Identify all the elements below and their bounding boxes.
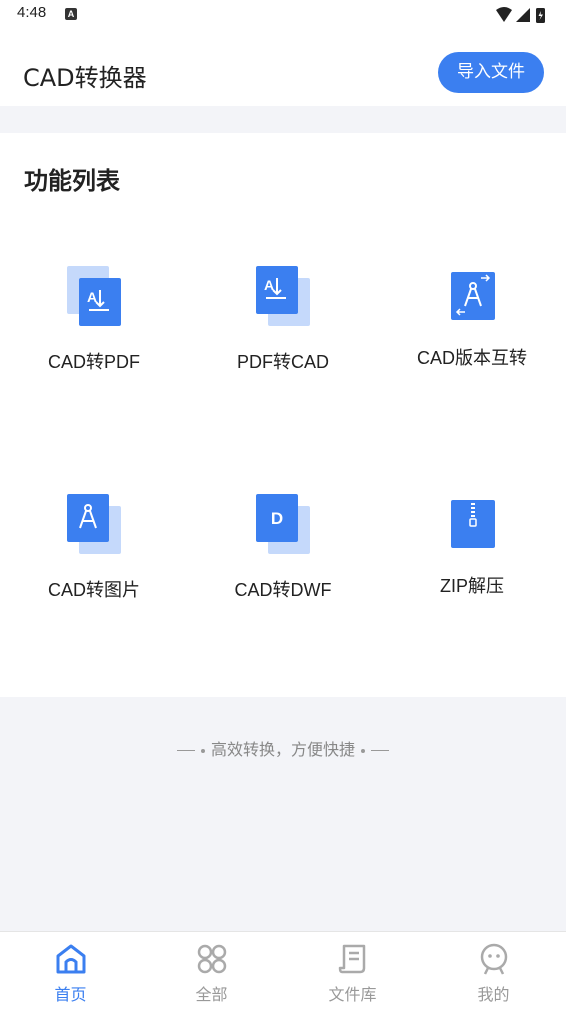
slogan: 高效转换，方便快捷 [0,736,566,760]
function-item-cad-to-image[interactable]: CAD转图片 [0,494,188,634]
divider [176,750,195,751]
function-label: CAD转图片 [47,580,140,600]
status-bar: 4:48 A [0,0,566,30]
cad-to-image-icon [67,494,121,554]
home-icon [56,944,86,974]
section-title: 功能列表 [24,167,120,195]
function-label: CAD转DWF [234,580,332,600]
divider [371,750,389,751]
divider-dot [361,748,365,753]
function-item-pdf-to-cad[interactable]: A PDF转CAD [189,266,377,406]
slogan-text: 高效转换，方便快捷 [210,740,355,759]
function-label: ZIP解压 [439,576,504,596]
profile-icon [480,943,508,975]
function-item-zip-extract[interactable]: ZIP解压 [378,494,566,634]
pdf-to-cad-icon: A [256,266,310,326]
app-header: CAD转换器 导入文件 [0,30,566,106]
function-label: PDF转CAD [236,352,329,372]
nav-label: 全部 [195,985,228,1004]
app-title: CAD转换器 [23,64,147,92]
nav-label: 我的 [477,985,510,1004]
nav-label: 首页 [54,985,87,1004]
function-panel: 功能列表 A CAD转PDF A PDF转CAD CAD版本互转 CAD转图片 … [0,133,566,697]
function-label: CAD转PDF [47,352,140,372]
grid-icon [197,944,227,974]
cad-to-dwf-icon: D [256,494,310,554]
nav-item-profile[interactable]: 我的 [423,932,564,1009]
nav-item-file-library[interactable]: 文件库 [282,932,423,1009]
status-time: 4:48 [17,4,47,21]
wifi-icon [496,7,512,22]
import-file-button[interactable]: 导入文件 [438,52,544,93]
signal-icon [516,8,530,22]
nav-item-home[interactable]: 首页 [0,932,141,1009]
cad-to-pdf-icon: A [67,266,121,326]
file-library-icon [338,944,366,974]
nav-label: 文件库 [328,985,377,1004]
cad-version-convert-icon [451,272,495,320]
function-item-cad-to-pdf[interactable]: A CAD转PDF [0,266,188,406]
notification-badge-icon: A [65,8,77,20]
function-label: CAD版本互转 [416,348,527,368]
function-item-cad-version-convert[interactable]: CAD版本互转 [378,266,566,406]
function-item-cad-to-dwf[interactable]: D CAD转DWF [189,494,377,634]
divider-dot [200,748,205,753]
status-icons [496,7,545,23]
nav-item-all[interactable]: 全部 [141,932,282,1009]
bottom-nav: 首页 全部 文件库 我的 [0,931,566,1009]
svg-text:D: D [271,509,283,528]
zip-extract-icon [451,500,495,548]
